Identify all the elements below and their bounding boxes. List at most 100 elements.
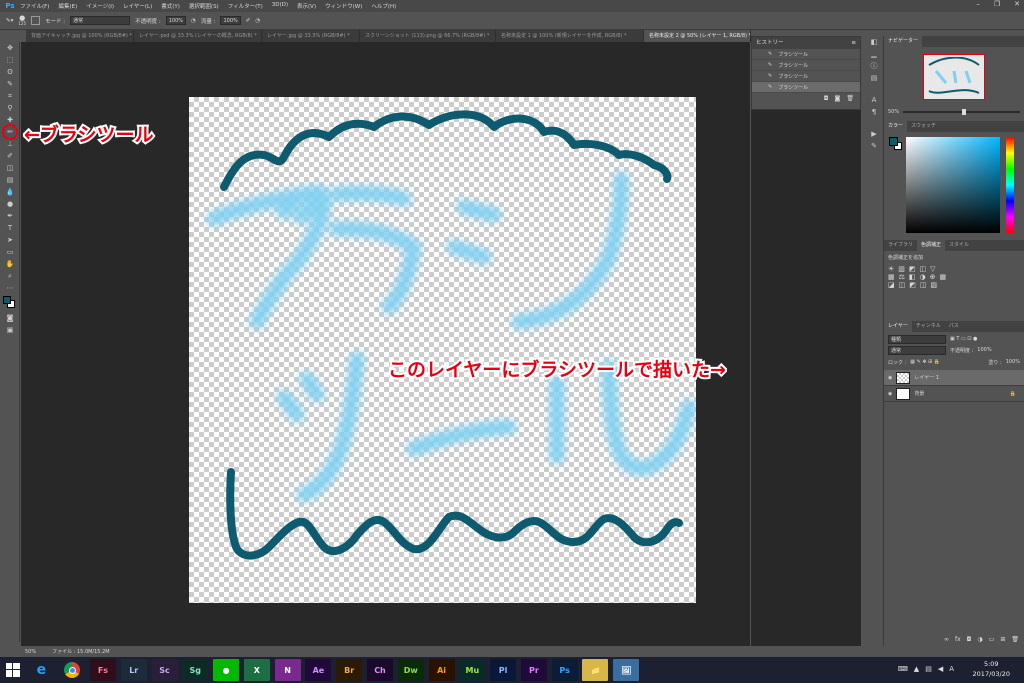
color-swatch-icon[interactable] <box>0 294 20 312</box>
lock-icons[interactable]: ▦ ✎ ✥ ⊞ 🔒 <box>910 359 940 365</box>
taskbar-app-icon[interactable]: Ps <box>551 659 578 681</box>
document-canvas[interactable] <box>189 97 697 603</box>
maximize-button[interactable]: ❐ <box>994 0 1000 8</box>
taskbar-app-icon[interactable]: Pr <box>520 659 547 681</box>
mode-select[interactable]: 通常 <box>70 16 131 25</box>
navigator-zoom[interactable]: 50% <box>888 109 899 115</box>
keyboard-icon[interactable]: ⌨ <box>898 665 908 673</box>
network-icon[interactable]: ▤ <box>925 665 932 673</box>
tab-paths[interactable]: パス <box>945 321 963 332</box>
menu-item[interactable]: ヘルプ(H) <box>371 2 396 10</box>
taskbar-app-icon[interactable]: Lr <box>120 659 147 681</box>
taskbar-app-icon[interactable]: Ai <box>428 659 455 681</box>
marquee-tool-icon[interactable]: ⬚ <box>0 54 20 66</box>
pressure-size-icon[interactable]: ◔ <box>255 18 260 24</box>
eraser-tool-icon[interactable]: ◫ <box>0 162 20 174</box>
path-select-tool-icon[interactable]: ➤ <box>0 234 20 246</box>
eye-icon[interactable]: ◉ <box>888 375 892 381</box>
blend-mode-select[interactable]: 通常 <box>888 345 946 355</box>
layer-opacity-field[interactable]: 100% <box>977 347 991 353</box>
folder-icon[interactable]: ▭ <box>989 636 995 643</box>
paragraph-icon[interactable]: ¶ <box>866 106 882 118</box>
tab-swatches[interactable]: スウォッチ <box>907 121 940 132</box>
zoom-tool-icon[interactable]: ⌕ <box>0 270 20 282</box>
tab-adjustments[interactable]: 色調補正 <box>917 240 946 251</box>
crop-tool-icon[interactable]: ⌗ <box>0 90 20 102</box>
menu-item[interactable]: 表示(V) <box>297 2 316 10</box>
pressure-opacity-icon[interactable]: ◔ <box>191 18 196 24</box>
taskbar-app-icon[interactable]: Sg <box>182 659 209 681</box>
trash-icon[interactable]: 🗑 <box>1011 636 1019 643</box>
history-item[interactable]: ✎ ブラシツール <box>752 60 860 71</box>
menu-item[interactable]: ウィンドウ(W) <box>325 2 362 10</box>
adjustment-layer-icon[interactable]: ◑ <box>977 636 982 643</box>
layer-row-background[interactable]: ◉ 背景 🔒 <box>884 386 1024 402</box>
type-tool-icon[interactable]: T <box>0 222 20 234</box>
close-button[interactable]: ✕ <box>1014 0 1020 8</box>
tab-doc-3[interactable]: レイヤー.jpg @ 33.3% (RGB/8#) * <box>262 30 360 42</box>
new-layer-icon[interactable]: ⊞ <box>1000 636 1005 643</box>
taskbar-app-icon[interactable]: Pl <box>490 659 517 681</box>
volume-icon[interactable]: ◀ <box>938 665 943 673</box>
taskbar-app-icon[interactable]: ● <box>213 659 240 681</box>
navigator-slider[interactable] <box>903 109 1020 115</box>
screen-mode-icon[interactable]: ▣ <box>0 324 20 336</box>
layer-kind-filter[interactable]: 種類 <box>888 334 946 344</box>
tab-libraries[interactable]: ライブラリ <box>884 240 917 251</box>
brush-preset-icon[interactable]: ✎▾ <box>6 18 13 24</box>
taskbar-app-icon[interactable]: Br <box>336 659 363 681</box>
brush-size-picker[interactable]: ● 125 <box>18 14 26 26</box>
color-field[interactable] <box>906 137 1000 233</box>
navigator-icon[interactable]: ◧ <box>866 36 882 48</box>
flow-field[interactable]: 100% <box>220 16 241 25</box>
tab-color[interactable]: カラー <box>884 121 908 132</box>
pen-tool-icon[interactable]: ✒ <box>0 210 20 222</box>
chrome-icon[interactable] <box>59 659 85 681</box>
menu-item[interactable]: イメージ(I) <box>86 2 114 10</box>
hand-tool-icon[interactable]: ✋ <box>0 258 20 270</box>
taskbar-app-icon[interactable]: X <box>243 659 270 681</box>
minimize-button[interactable]: – <box>976 0 980 8</box>
taskbar-app-icon[interactable]: 🖼 <box>613 659 640 681</box>
fx-icon[interactable]: fx <box>955 636 961 643</box>
dodge-tool-icon[interactable]: ● <box>0 198 20 210</box>
ime-indicator[interactable]: A <box>949 665 954 673</box>
tray-up-icon[interactable]: ▲ <box>914 665 919 673</box>
menu-item[interactable]: ファイル(F) <box>20 2 49 10</box>
snapshot-icon[interactable]: ◘ <box>824 95 829 102</box>
tab-channels[interactable]: チャンネル <box>912 321 945 332</box>
menu-item[interactable]: 書式(Y) <box>161 2 180 10</box>
move-tool-icon[interactable]: ✥ <box>0 42 20 54</box>
opacity-field[interactable]: 100% <box>165 16 187 25</box>
filter-icons[interactable]: ▣ T ▭ ⊡ ● <box>950 336 977 342</box>
layer-row-layer1[interactable]: ◉ レイヤー 1 <box>884 370 1024 386</box>
mask-icon[interactable]: ◘ <box>967 636 972 643</box>
lasso-tool-icon[interactable]: ʘ <box>0 66 20 78</box>
taskbar-app-icon[interactable]: 📁 <box>582 659 609 681</box>
histogram-icon[interactable]: ▁ <box>866 48 882 60</box>
internet-explorer-icon[interactable]: e <box>28 659 54 681</box>
tab-navigator[interactable]: ナビゲーター <box>884 36 923 47</box>
tab-doc-1[interactable]: 背面アイキャッチ.jpg @ 100% (RGB/8#) * <box>26 30 134 42</box>
tab-styles[interactable]: スタイル <box>945 240 973 251</box>
taskbar-app-icon[interactable]: Ae <box>305 659 332 681</box>
eye-icon[interactable]: ◉ <box>888 391 892 397</box>
taskbar-app-icon[interactable]: Dw <box>397 659 424 681</box>
brush-panel-icon[interactable] <box>31 16 41 25</box>
quick-mask-icon[interactable]: ◙ <box>0 312 20 324</box>
navigator-preview[interactable] <box>884 47 1024 107</box>
tab-layers[interactable]: レイヤー <box>884 321 912 332</box>
eyedropper-tool-icon[interactable]: ⚲ <box>0 102 20 114</box>
properties-icon[interactable]: ▤ <box>866 72 882 84</box>
taskbar-app-icon[interactable]: Sc <box>151 659 178 681</box>
windows-start-icon[interactable] <box>0 663 26 677</box>
menu-item[interactable]: レイヤー(L) <box>123 2 152 10</box>
actions-icon[interactable]: ▶ <box>866 128 882 140</box>
tab-doc-5[interactable]: 名称未設定 1 @ 100% (新規レイヤーを作成, RGB/8) * <box>496 30 644 42</box>
gradient-tool-icon[interactable]: ▤ <box>0 174 20 186</box>
brush-tool-icon[interactable]: ✏ <box>0 124 20 140</box>
info-icon[interactable]: ⓘ <box>866 60 882 72</box>
fill-field[interactable]: 100% <box>1006 359 1020 365</box>
menu-item[interactable]: 3D(D) <box>272 2 288 10</box>
taskbar-app-icon[interactable]: Mu <box>459 659 486 681</box>
